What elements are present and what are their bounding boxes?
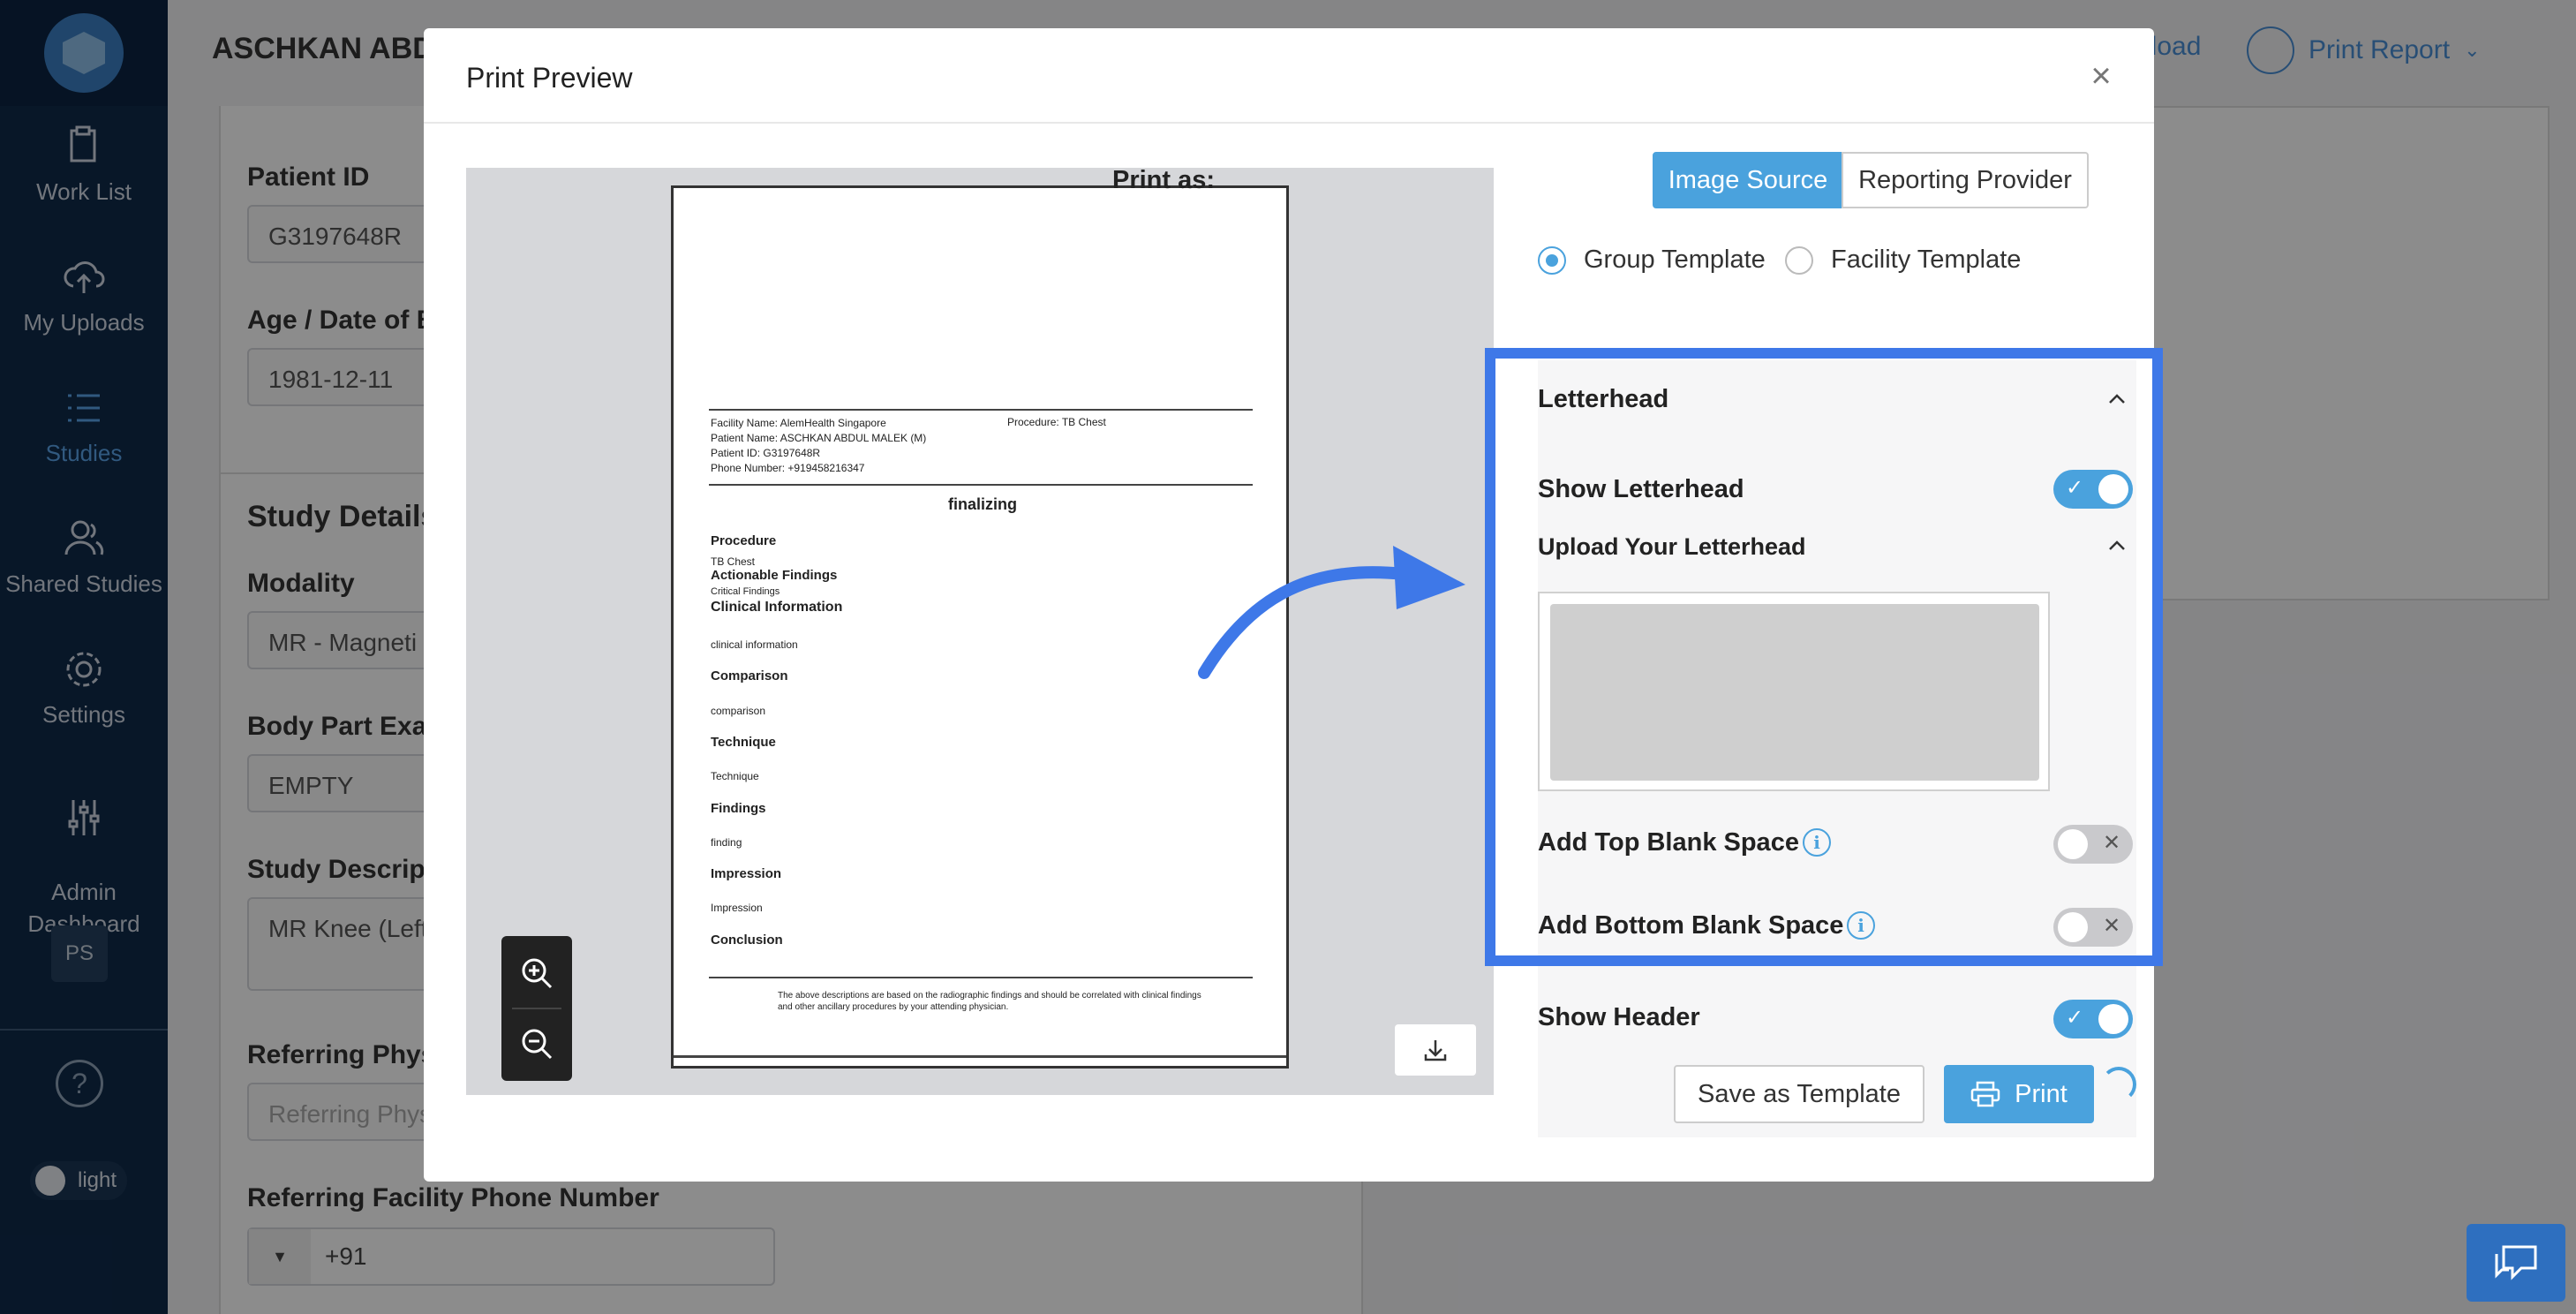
download-preview-button[interactable] [1395,1024,1476,1076]
zoom-out-button[interactable] [512,1019,561,1069]
x-icon: ✕ [2103,831,2121,855]
report-section-heading: Impression [711,866,782,881]
zoom-controls [501,936,572,1081]
info-icon[interactable]: i [1803,828,1831,857]
chevron-up-icon[interactable] [2106,535,2128,556]
report-section-heading: Procedure [711,533,777,548]
letterhead-upload-dropzone[interactable] [1538,592,2050,791]
report-section-heading: Conclusion [711,933,783,948]
annotation-arrow [1198,546,1465,679]
show-letterhead-toggle[interactable]: ✓ [2053,470,2133,509]
next-page-edge [674,1055,1286,1066]
report-section-heading: Findings [711,801,766,816]
patient-id-line: Patient ID: G3197648R [711,447,821,459]
loading-spinner [2101,1067,2136,1102]
report-section-body: Technique [711,770,759,782]
report-section-heading: Comparison [711,668,788,683]
print-label: Print [2015,1079,2068,1108]
zoom-out-icon [522,1029,553,1060]
add-top-blank-space-toggle[interactable]: ✕ [2053,825,2133,864]
report-section-body: comparison [711,705,766,717]
check-icon: ✓ [2066,476,2084,500]
printer-icon [1970,1081,2000,1107]
report-section-heading: Technique [711,735,776,750]
report-section-body: Impression [711,902,763,914]
facility-template-label: Facility Template [1831,245,2022,274]
close-icon[interactable]: × [2083,58,2119,94]
phone-line: Phone Number: +919458216347 [711,462,865,474]
show-letterhead-label: Show Letterhead [1538,475,1744,503]
report-section-heading: Clinical Information [711,600,843,615]
radio-dot [1785,245,1813,275]
print-button[interactable]: Print [1944,1065,2094,1123]
save-as-template-button[interactable]: Save as Template [1674,1065,1924,1123]
procedure-line: Procedure: TB Chest [1007,416,1106,428]
add-bottom-blank-space-label: Add Bottom Blank Space [1538,911,1844,940]
modal-title: Print Preview [466,62,633,94]
report-divider [709,484,1253,486]
group-template-radio[interactable]: Group Template [1538,245,1766,275]
download-icon [1424,1040,1447,1061]
report-section-body: TB Chest [711,555,756,568]
zoom-divider [512,1008,561,1009]
modal-header-divider [424,122,2154,124]
chat-widget-button[interactable] [2467,1224,2565,1302]
add-top-blank-space-label: Add Top Blank Space [1538,828,1799,857]
show-header-label: Show Header [1538,1003,1700,1031]
letterhead-heading[interactable]: Letterhead [1538,385,1668,414]
print-as-reporting-provider-button[interactable]: Reporting Provider [1842,152,2089,208]
report-status: finalizing [948,495,1017,513]
facility-line: Facility Name: AlemHealth Singapore [711,417,886,429]
zoom-in-button[interactable] [512,948,561,998]
report-divider [709,409,1253,411]
info-icon[interactable]: i [1847,911,1875,940]
chat-icon [2495,1245,2537,1280]
x-icon: ✕ [2103,914,2121,938]
zoom-in-icon [522,958,553,989]
report-footer: The above descriptions are based on the … [778,991,1201,1012]
report-section-body: clinical information [711,638,798,651]
facility-template-radio[interactable]: Facility Template [1785,245,2021,275]
report-meta: Facility Name: AlemHealth Singapore Pati… [711,416,926,476]
upload-letterhead-label: Upload Your Letterhead [1538,533,1806,560]
group-template-label: Group Template [1584,245,1766,274]
report-divider [709,977,1253,978]
report-section-heading: Actionable Findings [711,568,838,583]
add-bottom-blank-space-toggle[interactable]: ✕ [2053,908,2133,947]
radio-dot-selected [1538,245,1566,275]
print-as-label: Print as: [1112,166,1216,194]
patient-name-line: Patient Name: ASCHKAN ABDUL MALEK (M) [711,432,927,444]
letterhead-image-placeholder [1550,604,2039,781]
show-header-toggle[interactable]: ✓ [2053,1000,2133,1038]
report-section-body: finding [711,836,742,849]
chevron-up-icon[interactable] [2106,389,2128,410]
check-icon: ✓ [2066,1006,2084,1030]
report-section-body: Critical Findings [711,586,780,597]
print-as-image-source-button[interactable]: Image Source [1653,152,1843,208]
